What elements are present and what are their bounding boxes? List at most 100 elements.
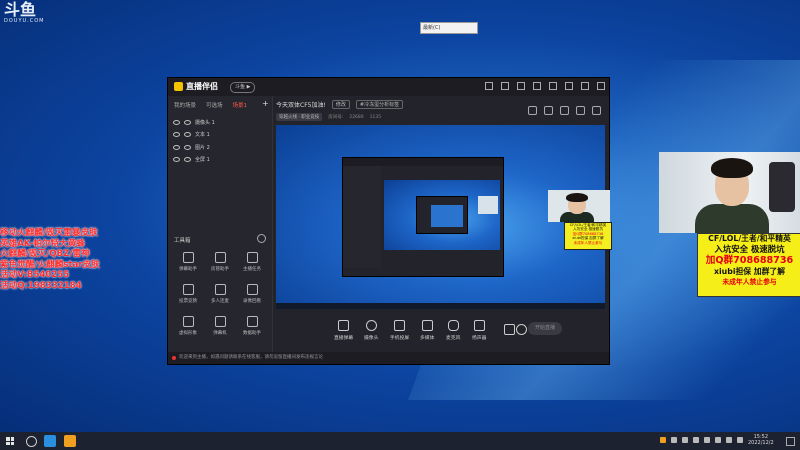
eye-icon[interactable] <box>173 144 180 150</box>
source-list: 摄像头 1 文本 1 图片 2 全屏 1 <box>173 116 215 166</box>
platform-pill[interactable]: 斗鱼 ▶ <box>230 82 256 93</box>
overlay-line: 英雄AK-帕尔特大黄蜂 <box>0 238 85 249</box>
start-live-button[interactable]: 开始直播 <box>528 322 562 335</box>
media-control[interactable]: 多媒体 <box>420 320 434 341</box>
message-icon[interactable] <box>501 82 509 90</box>
gear-icon <box>516 324 527 335</box>
record-control[interactable] <box>504 324 515 335</box>
share-icon[interactable] <box>592 106 601 115</box>
shield-icon[interactable] <box>737 437 743 443</box>
desktop-mini-window[interactable]: 最新(C) <box>420 22 478 34</box>
tool-avatar[interactable]: 虚拟形象 <box>172 316 204 342</box>
monitor-icon <box>214 316 226 327</box>
toolbox-add-icon[interactable] <box>257 234 266 243</box>
screenshot-icon[interactable] <box>560 106 569 115</box>
tool-multi-mic[interactable]: 多人连麦 <box>204 284 236 310</box>
media-icon <box>421 320 433 331</box>
recursive-app-preview <box>342 157 504 277</box>
mic-control[interactable]: 麦克风 <box>446 320 460 341</box>
tray-app-icon[interactable] <box>682 437 688 443</box>
stream-controls: 直播弹幕 摄像头 手机投屏 多媒体 麦克风 扬声器 开始直播 <box>276 314 605 348</box>
tool-label: 投票竞猜 <box>179 299 197 304</box>
tab-my-scenes[interactable]: 我的场景 <box>174 101 196 109</box>
eye-icon[interactable] <box>173 132 180 138</box>
stream-overlay-text: 移动火麒麟/毁灭雷暴皮肤 英雄AK-帕尔特大黄蜂 火麒麟/毁灭/QBZ/雷神 紫… <box>0 228 100 292</box>
tool-replay[interactable]: 录像回看 <box>236 284 268 310</box>
source-label: 摄像头 1 <box>195 119 215 126</box>
streaming-app-taskbar-icon[interactable] <box>64 435 76 447</box>
inner-titlebar <box>343 158 503 166</box>
stream-settings-control[interactable] <box>516 324 527 335</box>
overlay-line: 紫色觉醒/火麒麟star皮肤 <box>0 259 100 270</box>
source-item-fullscreen[interactable]: 全屏 1 <box>173 154 215 167</box>
settings-icon[interactable] <box>533 82 541 90</box>
taskbar-clock[interactable]: 15:52 2022/12/2 <box>748 434 774 446</box>
tool-danmaku-machine[interactable]: 弹幕机 <box>204 316 236 342</box>
phone-icon <box>394 320 406 331</box>
tool-tasks[interactable]: 主播任务 <box>236 252 268 278</box>
tool-label: 房管助手 <box>211 267 229 272</box>
mail-icon[interactable] <box>517 82 525 90</box>
lock-icon[interactable] <box>544 106 553 115</box>
tool-label: 主播任务 <box>243 267 261 272</box>
overlay-line: 火麒麟/毁灭/QBZ/雷神 <box>0 249 90 260</box>
notification-icon[interactable] <box>786 437 795 446</box>
tab-optional[interactable]: 可选场 <box>206 101 223 109</box>
maximize-icon[interactable] <box>581 82 589 90</box>
gift-icon[interactable] <box>485 82 493 90</box>
minimize-icon[interactable] <box>565 82 573 90</box>
gift-icon[interactable] <box>528 106 537 115</box>
lock-icon[interactable] <box>184 132 191 138</box>
start-button[interactable] <box>6 437 14 445</box>
network-icon[interactable] <box>704 437 710 443</box>
danmaku-control[interactable]: 直播弹幕 <box>334 320 353 341</box>
logo-icon <box>174 82 183 91</box>
small-camera-feed <box>548 190 610 222</box>
tray-app-icon[interactable] <box>660 437 666 443</box>
add-scene-button[interactable]: + <box>262 99 269 108</box>
tray-app-icon[interactable] <box>671 437 677 443</box>
ime-icon[interactable] <box>726 437 732 443</box>
user-icon <box>214 252 226 263</box>
source-label: 图片 2 <box>195 144 210 151</box>
camera-control[interactable]: 摄像头 <box>364 320 378 341</box>
tool-danmaku[interactable]: 弹幕助手 <box>172 252 204 278</box>
desktop: 斗鱼 DOUYU.COM 最新(C) 移动火麒麟/毁灭雷暴皮肤 英雄AK-帕尔特… <box>0 0 800 432</box>
source-item-text[interactable]: 文本 1 <box>173 129 215 142</box>
inner-preview <box>384 180 500 250</box>
eye-icon[interactable] <box>173 157 180 163</box>
vote-icon <box>182 284 194 295</box>
speaker-control[interactable]: 扬声器 <box>472 320 486 341</box>
camera-icon <box>365 320 377 331</box>
inner-left-panel <box>343 166 381 268</box>
lock-icon[interactable] <box>184 144 191 150</box>
record-icon[interactable] <box>576 106 585 115</box>
tab-scene-1[interactable]: 场景1 <box>233 101 248 109</box>
lock-icon[interactable] <box>184 119 191 125</box>
tray-app-icon[interactable] <box>693 437 699 443</box>
category-pill[interactable]: 穿越火线 · 职业竞技 <box>276 113 323 121</box>
tool-vote[interactable]: 投票竞猜 <box>172 284 204 310</box>
eye-icon[interactable] <box>173 119 180 125</box>
tool-label: 弹幕助手 <box>179 267 197 272</box>
edit-title-button[interactable]: 修改 <box>331 100 350 109</box>
menu-icon[interactable] <box>549 82 557 90</box>
search-icon[interactable] <box>26 436 37 447</box>
tag-pill[interactable]: #冷冻蛋分析标签 <box>355 100 404 109</box>
close-icon[interactable] <box>597 82 605 90</box>
record-icon <box>504 324 515 335</box>
phone-cast-control[interactable]: 手机投屏 <box>390 320 409 341</box>
tool-label: 录像回看 <box>243 299 261 304</box>
lock-icon[interactable] <box>184 157 191 163</box>
source-item-image[interactable]: 图片 2 <box>173 141 215 154</box>
promo-line-games: CF/LOL/王者/和平精英 <box>708 234 791 243</box>
source-item-camera[interactable]: 摄像头 1 <box>173 116 215 129</box>
tool-data[interactable]: 数据助手 <box>236 316 268 342</box>
danmaku-icon <box>338 320 350 331</box>
tool-room-admin[interactable]: 房管助手 <box>204 252 236 278</box>
volume-icon[interactable] <box>715 437 721 443</box>
toolbox-grid: 弹幕助手 房管助手 主播任务 投票竞猜 多人连麦 录像回看 虚拟形象 弹幕机 数… <box>172 252 268 342</box>
control-label: 扬声器 <box>472 336 487 341</box>
browser-icon[interactable] <box>44 435 56 447</box>
viewer-count: 22680 <box>349 114 364 120</box>
